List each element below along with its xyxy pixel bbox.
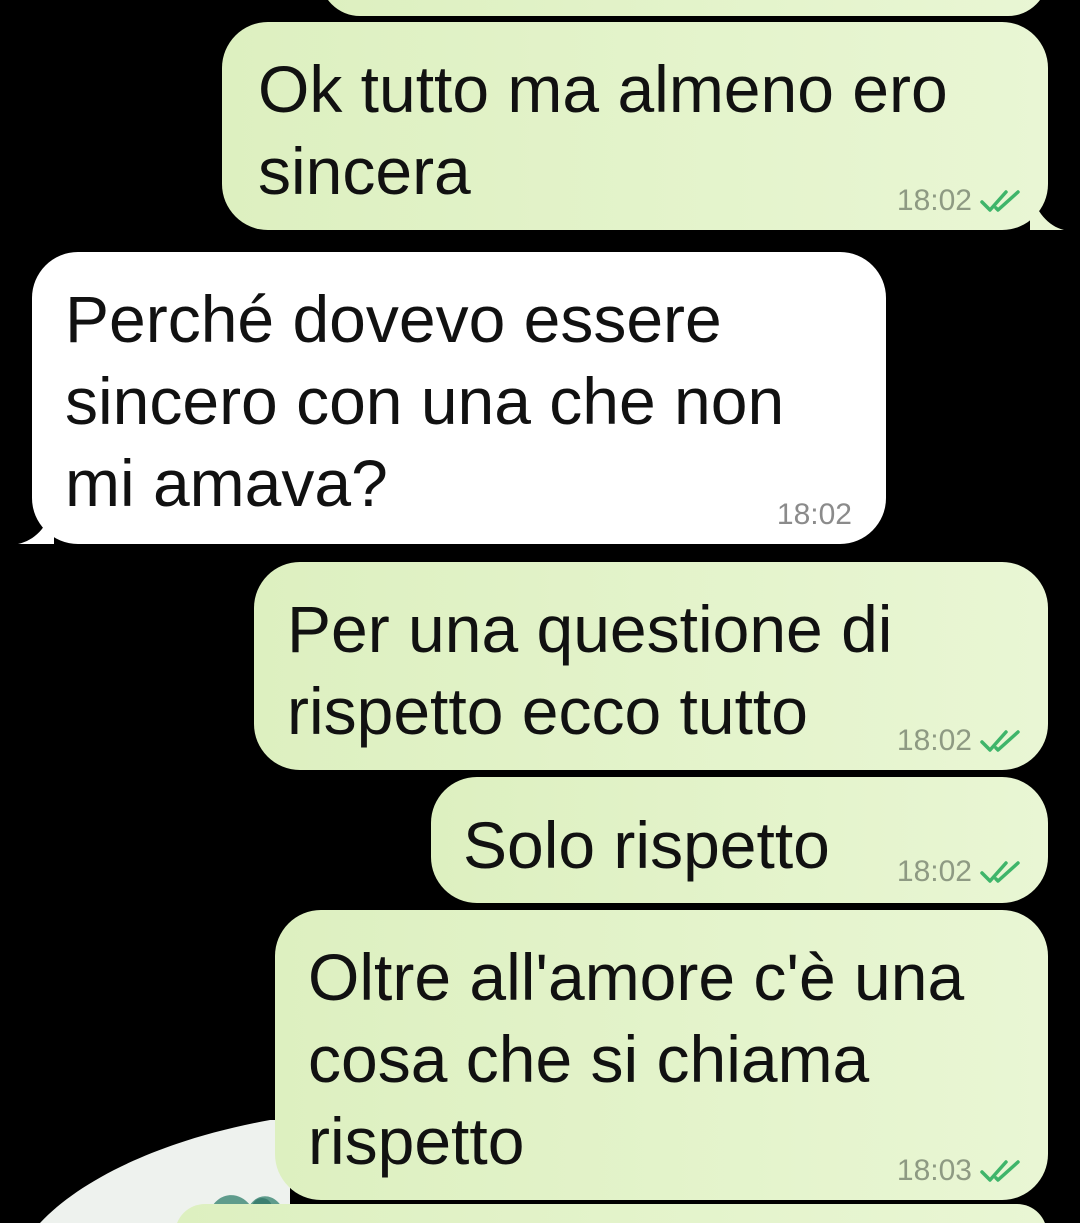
double-check-read-icon — [980, 190, 1020, 212]
message-time: 18:02 — [896, 724, 972, 757]
message-text: Solo rispetto — [463, 808, 830, 882]
message-bubble-outgoing[interactable]: Solo rispetto 18:02 — [431, 777, 1048, 903]
message-bubble-incoming[interactable]: Perché dovevo essere sincero con una che… — [32, 252, 886, 544]
message-bubble-partial-bottom — [175, 1204, 1047, 1223]
message-meta: 18:02 — [777, 498, 852, 532]
message-meta: 18:02 — [897, 184, 1026, 218]
message-text: Ok tutto ma almeno ero sincera — [258, 52, 948, 208]
chat-area[interactable]: Ok tutto ma almeno ero sincera 18:02 Per… — [0, 0, 1080, 1223]
message-text: Perché dovevo essere sincero con una che… — [65, 282, 785, 520]
message-meta: 18:02 — [897, 855, 1026, 889]
bubble-tail-outgoing — [1030, 190, 1064, 230]
message-time: 18:02 — [776, 498, 852, 531]
double-check-read-icon — [980, 1160, 1020, 1182]
message-bubble-outgoing[interactable]: Oltre all'amore c'è una cosa che si chia… — [275, 910, 1048, 1200]
message-time: 18:02 — [896, 855, 972, 888]
message-time: 18:03 — [896, 1154, 972, 1187]
message-text: Oltre all'amore c'è una cosa che si chia… — [308, 940, 965, 1178]
message-bubble-outgoing[interactable]: Ok tutto ma almeno ero sincera 18:02 — [222, 22, 1048, 230]
double-check-read-icon — [980, 730, 1020, 752]
message-bubble-outgoing[interactable]: Per una questione di rispetto ecco tutto… — [254, 562, 1048, 770]
message-text: Per una questione di rispetto ecco tutto — [287, 592, 893, 748]
message-bubble-partial-top — [320, 0, 1048, 16]
message-meta: 18:03 — [897, 1154, 1026, 1188]
bubble-tail-incoming — [18, 504, 54, 544]
message-meta: 18:02 — [897, 724, 1026, 758]
message-time: 18:02 — [896, 184, 972, 217]
double-check-read-icon — [980, 861, 1020, 883]
